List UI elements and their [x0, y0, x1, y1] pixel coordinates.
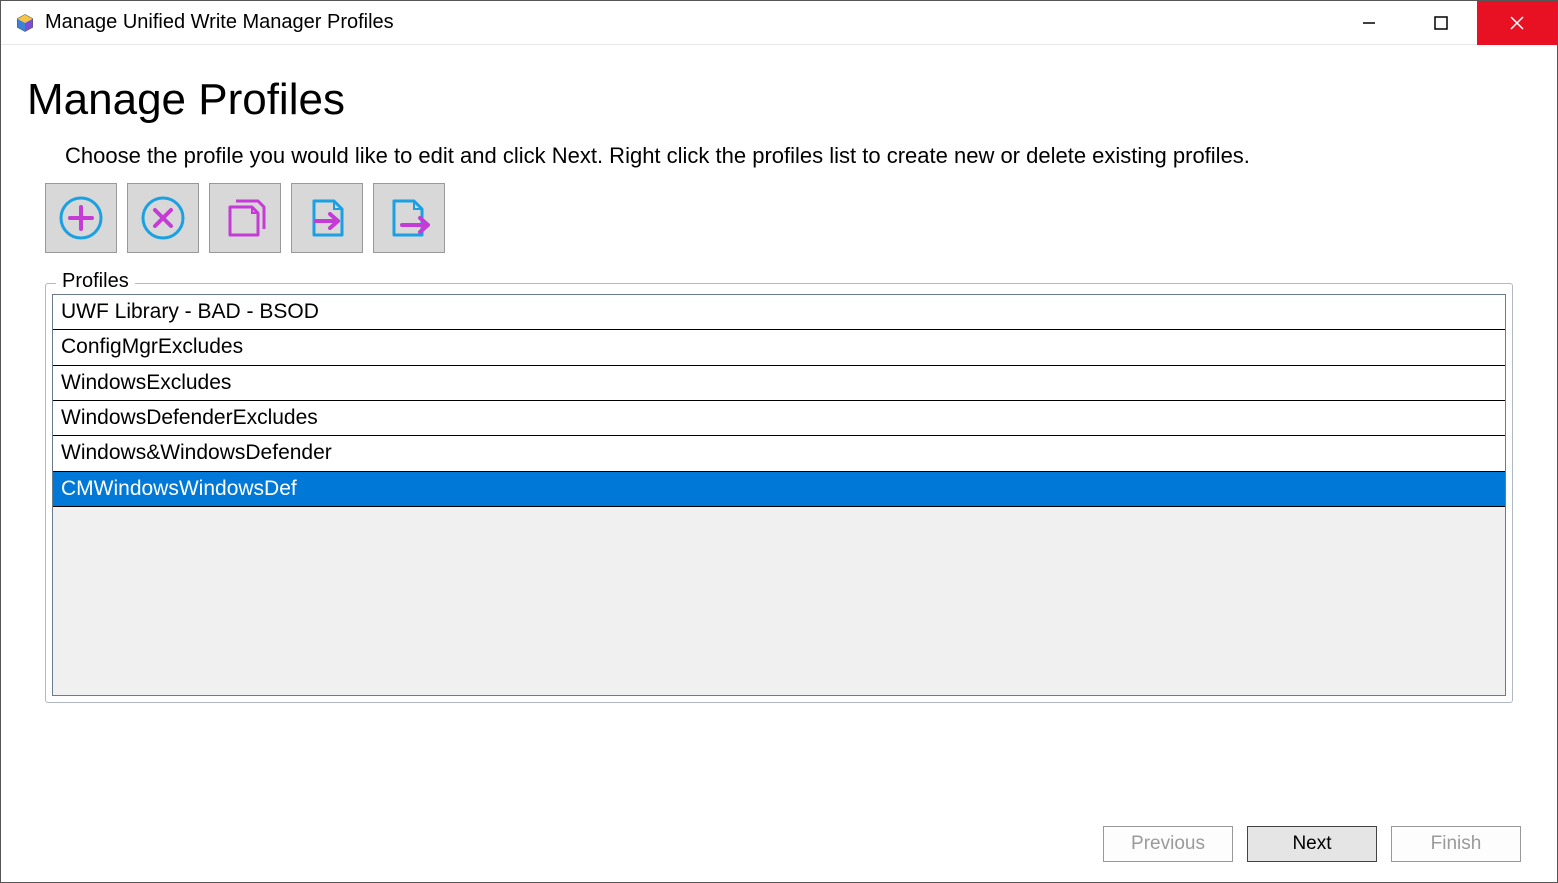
profile-list-item[interactable]: ConfigMgrExcludes	[53, 330, 1505, 365]
profiles-listbox[interactable]: UWF Library - BAD - BSODConfigMgrExclude…	[52, 294, 1506, 696]
profiles-fieldset: Profiles UWF Library - BAD - BSODConfigM…	[45, 283, 1513, 703]
app-window: Manage Unified Write Manager Profiles Ma…	[0, 0, 1558, 883]
app-icon	[15, 13, 35, 33]
profile-list-item[interactable]: WindowsExcludes	[53, 366, 1505, 401]
window-controls	[1333, 1, 1557, 44]
maximize-button[interactable]	[1405, 1, 1477, 45]
content-area: Manage Profiles Choose the profile you w…	[1, 45, 1557, 882]
next-button[interactable]: Next	[1247, 826, 1377, 862]
import-profile-button[interactable]	[291, 183, 363, 253]
export-profile-button[interactable]	[373, 183, 445, 253]
profiles-group: Profiles UWF Library - BAD - BSODConfigM…	[45, 283, 1513, 802]
titlebar: Manage Unified Write Manager Profiles	[1, 1, 1557, 45]
profile-list-item[interactable]: WindowsDefenderExcludes	[53, 401, 1505, 436]
profile-list-item[interactable]: Windows&WindowsDefender	[53, 436, 1505, 471]
toolbar	[45, 183, 1531, 253]
copy-profile-button[interactable]	[209, 183, 281, 253]
delete-profile-button[interactable]	[127, 183, 199, 253]
previous-button[interactable]: Previous	[1103, 826, 1233, 862]
wizard-buttons: Previous Next Finish	[27, 826, 1521, 862]
import-icon	[302, 193, 352, 243]
profiles-legend: Profiles	[56, 270, 135, 293]
add-profile-button[interactable]	[45, 183, 117, 253]
export-icon	[384, 193, 434, 243]
profile-list-item[interactable]: CMWindowsWindowsDef	[53, 472, 1505, 507]
instruction-text: Choose the profile you would like to edi…	[65, 143, 1531, 169]
copy-icon	[220, 193, 270, 243]
close-button[interactable]	[1477, 1, 1557, 45]
finish-button[interactable]: Finish	[1391, 826, 1521, 862]
profile-list-item[interactable]: UWF Library - BAD - BSOD	[53, 295, 1505, 330]
minimize-button[interactable]	[1333, 1, 1405, 45]
page-title: Manage Profiles	[27, 75, 1531, 125]
window-title: Manage Unified Write Manager Profiles	[45, 11, 1333, 34]
plus-circle-icon	[56, 193, 106, 243]
x-circle-icon	[138, 193, 188, 243]
